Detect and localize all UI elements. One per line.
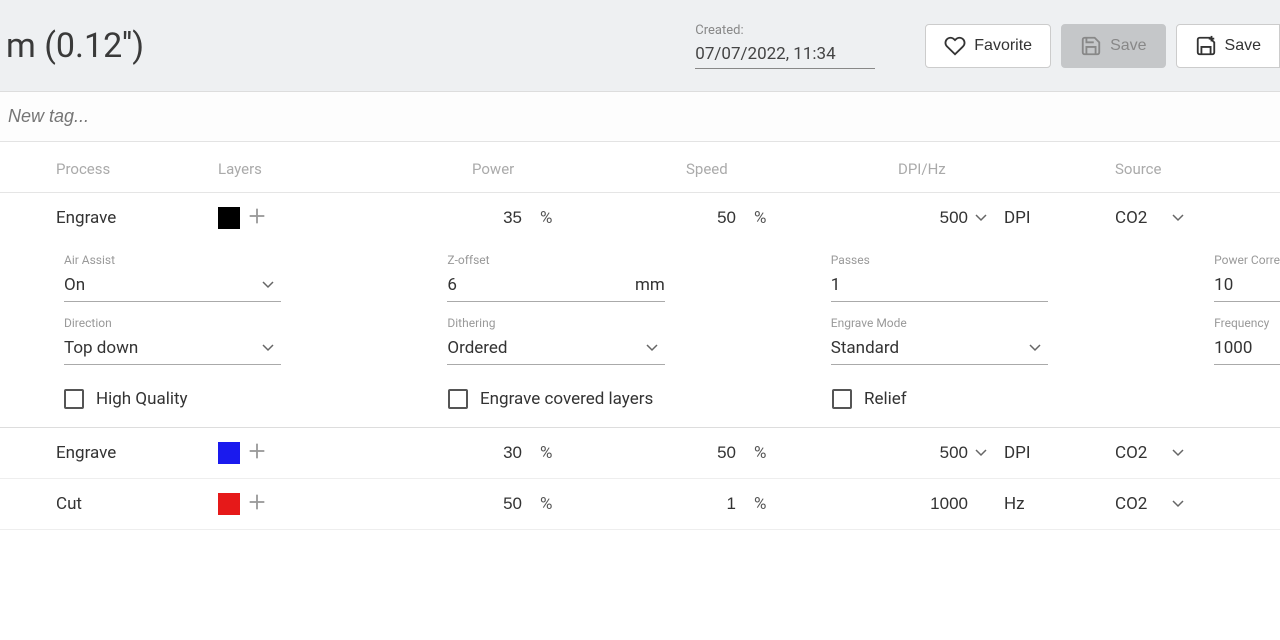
col-speed: Speed xyxy=(686,160,898,178)
save-as-button[interactable]: Save xyxy=(1176,24,1280,68)
dpi-unit: DPI xyxy=(1004,208,1031,228)
table-header: Process Layers Power Speed DPI/Hz Source xyxy=(0,142,1280,193)
col-layers: Layers xyxy=(218,160,472,178)
col-dpi: DPI/Hz xyxy=(898,160,1115,178)
chevron-down-icon xyxy=(1165,447,1191,459)
save-label: Save xyxy=(1110,37,1146,55)
source-value: CO2 xyxy=(1115,208,1147,228)
power-unit: % xyxy=(540,443,552,463)
process-row[interactable]: Engrave % % DPI CO2 xyxy=(0,193,1280,243)
dpi-input[interactable] xyxy=(898,208,968,228)
checkbox-icon xyxy=(832,389,852,409)
save-icon xyxy=(1080,35,1102,57)
checkbox-icon xyxy=(448,389,468,409)
dithering-field[interactable]: Dithering Ordered xyxy=(447,316,664,365)
frequency-field[interactable]: Frequency 1000 xyxy=(1214,316,1280,365)
new-tag-input[interactable] xyxy=(0,92,1280,141)
chevron-down-icon[interactable] xyxy=(968,212,994,224)
dpi-input[interactable] xyxy=(898,443,968,463)
power-unit: % xyxy=(540,494,552,514)
material-title: m (0.12'') xyxy=(0,26,144,66)
chevron-down-icon xyxy=(639,342,665,354)
chevron-down-icon xyxy=(1165,212,1191,224)
chevron-down-icon xyxy=(1165,498,1191,510)
speed-unit: % xyxy=(754,443,766,463)
heart-icon xyxy=(944,35,966,57)
power-unit: % xyxy=(540,208,552,228)
speed-unit: % xyxy=(754,208,766,228)
col-power: Power xyxy=(472,160,686,178)
power-correction-field[interactable]: Power Corre 10 xyxy=(1214,253,1280,302)
add-layer-icon[interactable] xyxy=(246,491,268,517)
save-as-label: Save xyxy=(1225,37,1261,55)
engrave-mode-field[interactable]: Engrave Mode Standard xyxy=(831,316,1048,365)
z-offset-field[interactable]: Z-offset 6mm xyxy=(447,253,664,302)
chevron-down-icon xyxy=(255,342,281,354)
process-name: Engrave xyxy=(0,208,218,228)
source-select[interactable]: CO2 xyxy=(1115,494,1280,514)
speed-input[interactable] xyxy=(686,208,736,228)
created-label: Created: xyxy=(695,23,875,38)
col-source: Source xyxy=(1115,160,1280,178)
source-select[interactable]: CO2 xyxy=(1115,443,1280,463)
chevron-down-icon xyxy=(1022,342,1048,354)
power-input[interactable] xyxy=(472,494,522,514)
process-name: Cut xyxy=(0,494,218,514)
expanded-settings: Air Assist On Z-offset 6mm Passes 1 Powe… xyxy=(0,243,1280,428)
direction-field[interactable]: Direction Top down xyxy=(64,316,281,365)
power-input[interactable] xyxy=(472,208,522,228)
process-row[interactable]: Engrave % % DPI CO2 xyxy=(0,428,1280,479)
engrave-covered-checkbox[interactable]: Engrave covered layers xyxy=(448,389,832,409)
speed-input[interactable] xyxy=(686,494,736,514)
power-input[interactable] xyxy=(472,443,522,463)
high-quality-checkbox[interactable]: High Quality xyxy=(64,389,448,409)
process-row[interactable]: Cut % % Hz CO2 xyxy=(0,479,1280,530)
created-value[interactable]: 07/07/2022, 11:34 xyxy=(695,44,875,69)
save-button: Save xyxy=(1061,24,1165,68)
dpi-unit: Hz xyxy=(1004,494,1025,514)
dpi-input[interactable] xyxy=(898,494,968,514)
relief-checkbox[interactable]: Relief xyxy=(832,389,907,409)
favorite-button[interactable]: Favorite xyxy=(925,24,1051,68)
header-bar: m (0.12'') Created: 07/07/2022, 11:34 Fa… xyxy=(0,0,1280,92)
process-name: Engrave xyxy=(0,443,218,463)
col-process: Process xyxy=(0,160,218,178)
add-layer-icon[interactable] xyxy=(246,440,268,466)
tag-bar xyxy=(0,92,1280,142)
chevron-down-icon xyxy=(255,279,281,291)
checkbox-icon xyxy=(64,389,84,409)
chevron-down-icon[interactable] xyxy=(968,447,994,459)
favorite-label: Favorite xyxy=(974,37,1032,55)
speed-unit: % xyxy=(754,494,766,514)
speed-input[interactable] xyxy=(686,443,736,463)
layer-swatch[interactable] xyxy=(218,442,240,464)
source-value: CO2 xyxy=(1115,443,1147,463)
air-assist-field[interactable]: Air Assist On xyxy=(64,253,281,302)
passes-field[interactable]: Passes 1 xyxy=(831,253,1048,302)
created-block: Created: 07/07/2022, 11:34 xyxy=(695,23,875,69)
dpi-unit: DPI xyxy=(1004,443,1031,463)
source-select[interactable]: CO2 xyxy=(1115,208,1280,228)
source-value: CO2 xyxy=(1115,494,1147,514)
add-layer-icon[interactable] xyxy=(246,205,268,231)
layer-swatch[interactable] xyxy=(218,207,240,229)
save-as-icon xyxy=(1195,35,1217,57)
layer-swatch[interactable] xyxy=(218,493,240,515)
